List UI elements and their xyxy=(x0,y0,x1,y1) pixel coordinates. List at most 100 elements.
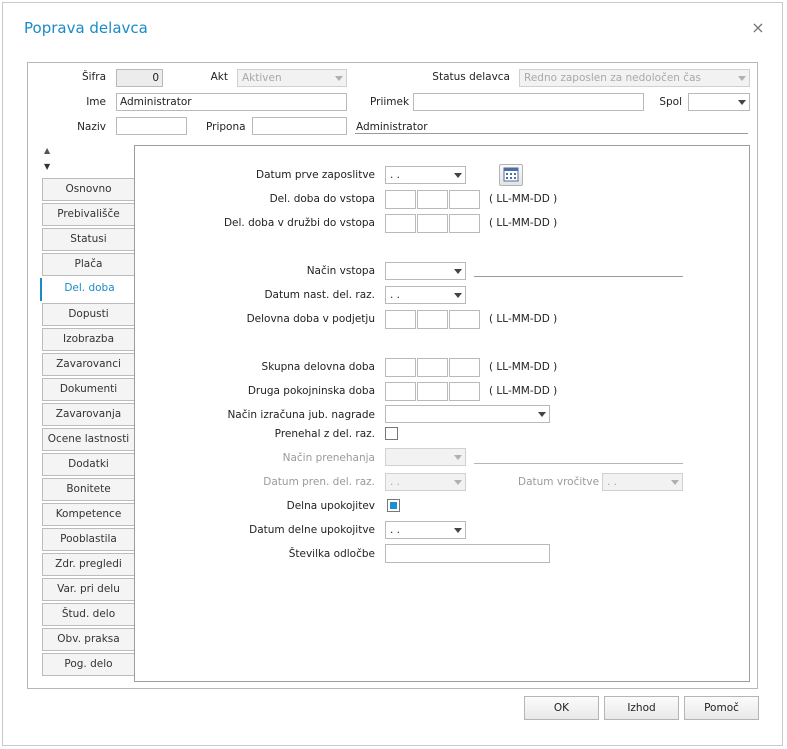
scroll-up-icon[interactable]: ▲ xyxy=(44,146,50,155)
datum-prve-zaposlitve-value: . . xyxy=(390,169,401,181)
akt-select-value: Aktiven xyxy=(242,72,282,84)
format-hint: ( LL-MM-DD ) xyxy=(489,361,558,373)
ok-button[interactable]: OK xyxy=(524,696,599,720)
datum-pren-value: . . xyxy=(390,476,401,488)
display-name-underline xyxy=(355,133,748,134)
druga-pokojninska-days[interactable] xyxy=(449,382,480,401)
del-doba-druzbi-label: Del. doba v družbi do vstopa xyxy=(223,217,375,229)
tab-izobrazba[interactable]: Izobrazba xyxy=(42,328,135,351)
tab-kompetence[interactable]: Kompetence xyxy=(42,503,135,526)
tab-bonitete[interactable]: Bonitete xyxy=(42,478,135,501)
chevron-down-icon xyxy=(738,76,746,81)
del-doba-druzbi-years[interactable] xyxy=(385,214,416,233)
datum-vrocitve-value: . . xyxy=(607,476,618,488)
close-icon[interactable]: × xyxy=(750,20,766,36)
nacin-vstopa-description-line xyxy=(474,276,683,277)
tab-dopusti[interactable]: Dopusti xyxy=(42,303,135,326)
pomoc-button[interactable]: Pomoč xyxy=(684,696,759,720)
tab-zdr-pregledi[interactable]: Zdr. pregledi xyxy=(42,553,135,576)
delovna-doba-podjetju-years[interactable] xyxy=(385,310,416,329)
skupna-delovna-doba-label: Skupna delovna doba xyxy=(261,361,375,373)
tab-ocene-lastnosti[interactable]: Ocene lastnosti xyxy=(42,428,135,451)
datum-delne-label: Datum delne upokojitve xyxy=(249,524,375,536)
status-select[interactable]: Redno zaposlen za nedoločen čas xyxy=(519,69,750,87)
tab-zavarovanci[interactable]: Zavarovanci xyxy=(42,353,135,376)
spol-select[interactable] xyxy=(688,93,750,111)
prenehal-checkbox[interactable] xyxy=(385,427,398,440)
scroll-down-icon[interactable]: ▼ xyxy=(44,162,50,171)
priimek-field[interactable] xyxy=(413,93,644,111)
tab-prebivalisce[interactable]: Prebivališče xyxy=(42,203,135,226)
delna-upokojitev-checkbox[interactable] xyxy=(387,499,400,512)
tab-placa[interactable]: Plača xyxy=(42,253,135,276)
datum-prve-zaposlitve-picker[interactable]: . . xyxy=(385,166,466,184)
tab-pog-delo[interactable]: Pog. delo xyxy=(42,653,135,676)
tab-del-doba[interactable]: Del. doba xyxy=(40,278,137,301)
del-doba-do-vstopa-years[interactable] xyxy=(385,190,416,209)
datum-delne-picker[interactable]: . . xyxy=(385,521,466,539)
sifra-label: Šifra xyxy=(81,71,106,83)
nacin-prenehanja-select[interactable] xyxy=(385,448,466,466)
calendar-button[interactable] xyxy=(499,164,523,186)
nacin-vstopa-select[interactable] xyxy=(385,262,466,280)
nacin-prenehanja-description-line xyxy=(474,463,683,464)
datum-vrocitve-picker[interactable]: . . xyxy=(602,473,683,491)
stevilka-odlocbe-label: Številka odločbe xyxy=(288,548,375,560)
pripona-field[interactable] xyxy=(252,117,347,135)
pripona-label: Pripona xyxy=(206,121,246,133)
chevron-down-icon xyxy=(671,480,679,485)
naziv-field[interactable] xyxy=(116,117,187,135)
del-doba-do-vstopa-label: Del. doba do vstopa xyxy=(269,193,375,205)
datum-nast-picker[interactable]: . . xyxy=(385,286,466,304)
nacin-izracuna-select[interactable] xyxy=(385,405,550,423)
nacin-prenehanja-label: Način prenehanja xyxy=(282,452,375,464)
druga-pokojninska-years[interactable] xyxy=(385,382,416,401)
tab-dokumenti[interactable]: Dokumenti xyxy=(42,378,135,401)
tab-stud-delo[interactable]: Štud. delo xyxy=(42,603,135,626)
chevron-down-icon xyxy=(538,412,546,417)
sifra-field[interactable]: 0 xyxy=(116,69,163,87)
chevron-down-icon xyxy=(454,293,462,298)
chevron-down-icon xyxy=(454,455,462,460)
ime-label: Ime xyxy=(86,96,106,108)
ime-field[interactable]: Administrator xyxy=(116,93,347,111)
spol-label: Spol xyxy=(659,96,682,108)
tab-var-pri-delu[interactable]: Var. pri delu xyxy=(42,578,135,601)
tab-pooblastila[interactable]: Pooblastila xyxy=(42,528,135,551)
tab-obv-praksa[interactable]: Obv. praksa xyxy=(42,628,135,651)
stevilka-odlocbe-field[interactable] xyxy=(385,544,550,563)
tab-dodatki[interactable]: Dodatki xyxy=(42,453,135,476)
format-hint: ( LL-MM-DD ) xyxy=(489,217,558,229)
del-doba-druzbi-days[interactable] xyxy=(449,214,480,233)
format-hint: ( LL-MM-DD ) xyxy=(489,313,558,325)
skupna-delovna-doba-years[interactable] xyxy=(385,358,416,377)
delovna-doba-podjetju-months[interactable] xyxy=(417,310,448,329)
tab-statusi[interactable]: Statusi xyxy=(42,228,135,251)
dialog-title: Poprava delavca xyxy=(24,19,148,37)
akt-select[interactable]: Aktiven xyxy=(237,69,347,87)
skupna-delovna-doba-days[interactable] xyxy=(449,358,480,377)
akt-label: Akt xyxy=(210,71,228,83)
del-doba-do-vstopa-months[interactable] xyxy=(417,190,448,209)
status-select-value: Redno zaposlen za nedoločen čas xyxy=(524,72,701,84)
druga-pokojninska-months[interactable] xyxy=(417,382,448,401)
tab-zavarovanja[interactable]: Zavarovanja xyxy=(42,403,135,426)
datum-nast-label: Datum nast. del. raz. xyxy=(264,289,375,301)
tab-osnovno[interactable]: Osnovno xyxy=(42,178,135,201)
chevron-down-icon xyxy=(335,76,343,81)
skupna-delovna-doba-months[interactable] xyxy=(417,358,448,377)
format-hint: ( LL-MM-DD ) xyxy=(489,193,558,205)
delovna-doba-podjetju-days[interactable] xyxy=(449,310,480,329)
format-hint: ( LL-MM-DD ) xyxy=(489,385,558,397)
datum-delne-value: . . xyxy=(390,524,401,536)
chevron-down-icon xyxy=(454,173,462,178)
druga-pokojninska-label: Druga pokojninska doba xyxy=(247,385,375,397)
chevron-down-icon xyxy=(738,100,746,105)
del-doba-do-vstopa-days[interactable] xyxy=(449,190,480,209)
del-doba-druzbi-months[interactable] xyxy=(417,214,448,233)
datum-pren-picker[interactable]: . . xyxy=(385,473,466,491)
status-label: Status delavca xyxy=(432,71,510,83)
datum-vrocitve-label: Datum vročitve xyxy=(518,476,600,488)
izhod-button[interactable]: Izhod xyxy=(604,696,679,720)
naziv-label: Naziv xyxy=(77,121,106,133)
